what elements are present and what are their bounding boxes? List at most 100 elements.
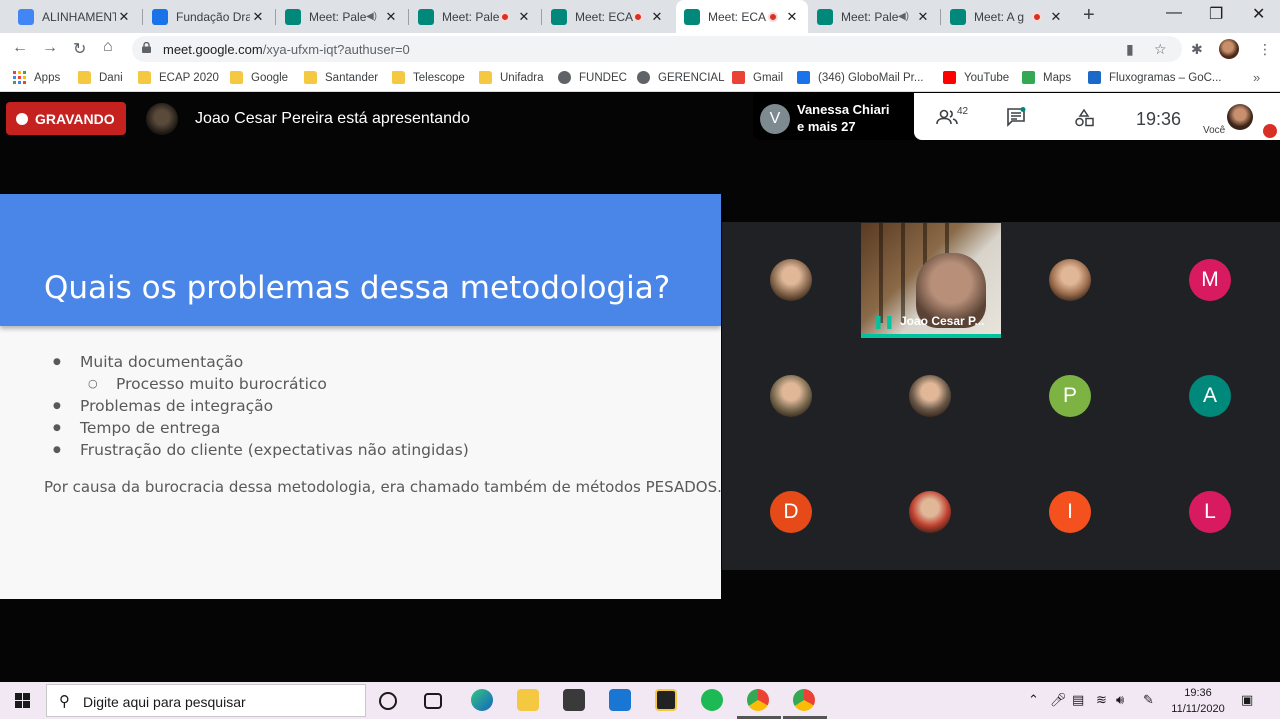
microphone-icon[interactable]: 🎤︎ [1050,692,1067,708]
bookmark-item[interactable]: Santander [304,71,378,84]
people-icon[interactable] [936,109,958,125]
bookmark-item[interactable]: Gmail [732,71,783,84]
home-icon[interactable]: ⌂ [103,38,113,56]
battery-icon[interactable]: ▤ [1072,692,1084,708]
photo-participant[interactable] [1049,259,1091,301]
profile-avatar[interactable] [1219,39,1239,59]
letter-participant[interactable]: L [1189,491,1231,533]
meet-icon [285,8,301,25]
self-label: Você [1203,125,1226,136]
photo-participant[interactable] [770,259,812,301]
taskbar-search[interactable]: ⚲ Digite aqui para pesquisar [46,684,366,717]
wifi-icon[interactable]: ≋ [1096,692,1107,708]
chrome-icon[interactable] [747,689,769,711]
taskbar-clock[interactable]: 19:36 11/11/2020 [1170,685,1226,717]
bookmark-item[interactable]: Telescope [392,71,465,84]
bookmark-item[interactable]: Dani [78,71,123,84]
chat-icon[interactable] [1006,107,1026,127]
letter-participant[interactable]: I [1049,491,1091,533]
browser-tab[interactable]: Meet: Pale ◀) ✕ [809,0,939,33]
bookmark-item[interactable]: Apps [13,71,60,84]
participant-avatar: V [760,104,790,134]
chrome-profile-icon[interactable] [793,689,815,711]
photo-participant[interactable] [909,375,951,417]
video-tile[interactable]: ❚❚ Joao Cesar P... [861,223,1001,335]
presenter-avatar [146,103,178,135]
tab-title: Meet: A g [974,9,1025,24]
file-explorer-icon[interactable] [517,689,539,711]
activities-icon[interactable] [1074,109,1094,127]
browser-tab[interactable]: ALINHAMENTO✕ [10,0,140,33]
close-tab-icon[interactable]: ✕ [649,9,665,25]
youtube-icon [943,71,956,84]
folder-icon [138,71,151,84]
letter-participant[interactable]: M [1189,259,1231,301]
bookmark-item[interactable]: Google [230,71,288,84]
forward-icon[interactable]: → [42,39,58,57]
bookmark-item[interactable]: Unifadra [479,71,543,84]
photo-participant[interactable] [770,375,812,417]
task-view-icon[interactable] [424,693,442,709]
store-icon[interactable] [563,689,585,711]
browser-tab[interactable]: Meet: Pale ◀) ✕ [277,0,407,33]
audio-playing-icon[interactable]: ◀) [366,11,377,22]
globe-icon [558,71,571,84]
reload-icon[interactable]: ↻ [73,39,86,59]
bookmark-item[interactable]: FUNDEC [558,71,627,84]
photo-participant[interactable] [909,491,951,533]
camera-blocked-icon[interactable]: ▮ [1126,41,1134,58]
meet-icon [817,8,833,25]
gmail-icon [732,71,745,84]
bookmark-item[interactable]: GERENCIAL [637,71,724,84]
menu-icon[interactable]: ⋮ [1258,41,1272,58]
bookmark-label: Unifadra [500,71,544,84]
close-window-icon[interactable]: ✕ [1252,4,1265,24]
browser-tab[interactable]: Fundação Drac ✕ [144,0,274,33]
notifications-icon[interactable]: ▣ [1241,692,1253,708]
volume-icon[interactable]: 🔊︎ [1116,692,1124,708]
cortana-icon[interactable] [379,692,397,710]
bookmark-item[interactable]: ECAP 2020 [138,71,219,84]
show-hidden-icons[interactable]: ⌃ [1028,692,1039,708]
spotify-icon[interactable] [701,689,723,711]
pinned-participant[interactable]: V Vanessa Chiari e mais 27 [753,93,914,140]
close-tab-icon[interactable]: ✕ [516,9,532,25]
close-tab-icon[interactable]: ✕ [116,9,132,25]
minimize-icon[interactable]: — [1166,4,1182,22]
mail-icon[interactable] [609,689,631,711]
search-placeholder: Digite aqui para pesquisar [83,694,246,710]
sticky-notes-icon[interactable] [655,689,677,711]
pen-icon[interactable]: ✎ [1143,692,1154,708]
extensions-icon[interactable]: ✱ [1191,41,1203,58]
browser-tab[interactable]: Meet: A g ✕ [942,0,1072,33]
windows-start-icon[interactable] [15,693,30,708]
close-tab-icon[interactable]: ✕ [784,9,800,25]
browser-tab[interactable]: Meet: ECA ✕ [543,0,673,33]
star-icon[interactable]: ☆ [1154,41,1167,58]
bookmark-label: GERENCIAL [658,71,725,84]
letter-participant[interactable]: P [1049,375,1091,417]
slide-header: Quais os problemas dessa metodologia? [0,194,721,326]
close-tab-icon[interactable]: ✕ [1048,9,1064,25]
browser-tab[interactable]: Meet: Pale ✕ [410,0,540,33]
audio-playing-icon[interactable]: ◀) [898,11,909,22]
close-tab-icon[interactable]: ✕ [383,9,399,25]
address-bar[interactable]: meet.google.com/xya-ufxm-iqt?authuser=0 … [132,36,1182,62]
close-tab-icon[interactable]: ✕ [915,9,931,25]
bookmark-item[interactable]: (346) GloboMail Pr... [797,71,923,84]
bookmark-item[interactable]: Maps [1022,71,1071,84]
new-tab-button[interactable]: + [1083,4,1095,27]
recording-icon [500,11,510,22]
edge-icon[interactable] [471,689,493,711]
bookmark-item[interactable]: YouTube [943,71,1009,84]
self-avatar[interactable] [1227,104,1253,130]
letter-participant[interactable]: D [770,491,812,533]
close-tab-icon[interactable]: ✕ [250,9,266,25]
video-tile-name: Joao Cesar P... [900,314,985,328]
bookmark-item[interactable]: Fluxogramas – GoC... [1088,71,1221,84]
maximize-icon[interactable]: ❐ [1209,4,1223,24]
browser-tab[interactable]: Meet: ECA ✕ [676,0,808,33]
more-bookmarks-icon[interactable]: » [1253,70,1260,85]
letter-participant[interactable]: A [1189,375,1231,417]
back-icon[interactable]: ← [12,39,28,57]
